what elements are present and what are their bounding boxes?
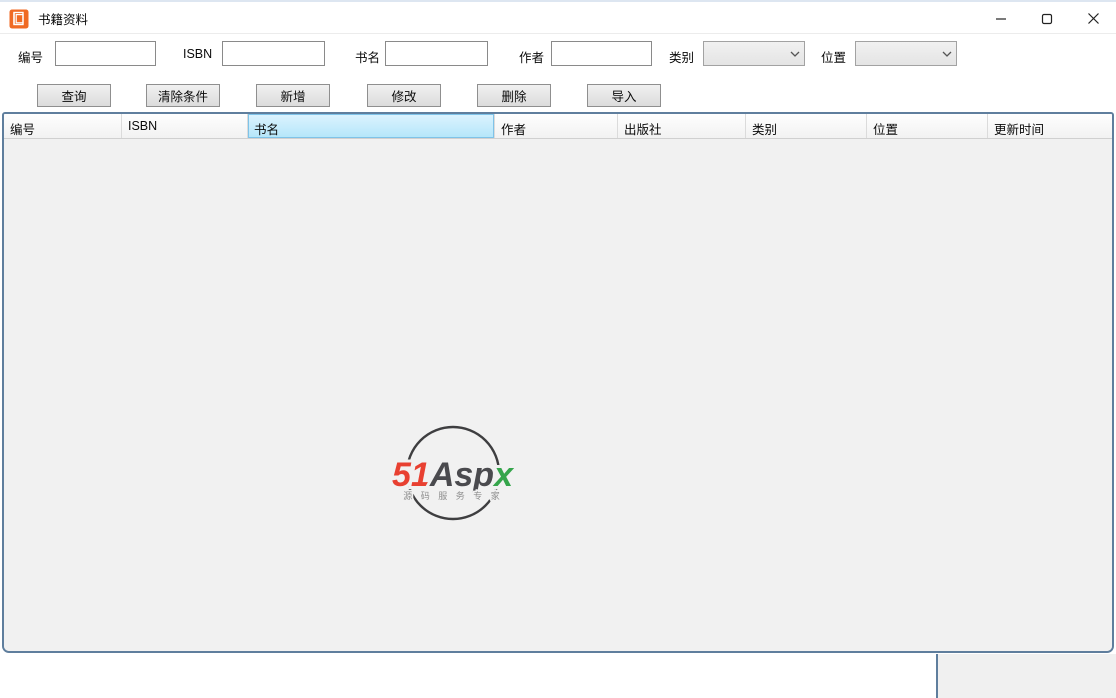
import-button[interactable]: 导入 <box>587 84 661 107</box>
window-title: 书籍资料 <box>38 13 89 27</box>
bottom-strip <box>0 654 1116 698</box>
table-header-row: 编号 ISBN 书名 作者 出版社 类别 位置 更新时间 <box>4 114 1112 139</box>
category-select[interactable] <box>703 41 805 66</box>
name-field[interactable] <box>385 41 488 66</box>
column-header-author[interactable]: 作者 <box>495 114 618 138</box>
chevron-down-icon <box>938 51 956 57</box>
minimize-button[interactable] <box>978 4 1024 34</box>
maximize-icon <box>1041 13 1053 24</box>
name-field-label: 书名 <box>355 51 381 65</box>
column-header-name[interactable]: 书名 <box>248 114 495 138</box>
add-button[interactable]: 新增 <box>256 84 330 107</box>
brand-tagline: 源 码 服 务 专 家 <box>403 490 503 501</box>
isbn-field[interactable] <box>222 41 325 66</box>
bottom-right-panel <box>936 654 1116 698</box>
app-window: 书籍资料 编号 ISBN 书名 作者 类别 位置 查询 清除条件 新增 修改 删… <box>0 0 1116 698</box>
isbn-field-label: ISBN <box>183 47 213 61</box>
column-header-publisher[interactable]: 出版社 <box>618 114 746 138</box>
id-field-label: 编号 <box>18 51 44 65</box>
minimize-icon <box>996 17 1006 20</box>
column-header-category[interactable]: 类别 <box>746 114 867 138</box>
table-body-empty: 51Aspx 源 码 服 务 专 家 <box>4 139 1112 651</box>
books-table: 编号 ISBN 书名 作者 出版社 类别 位置 更新时间 51Aspx 源 码 … <box>2 112 1114 653</box>
column-header-location[interactable]: 位置 <box>867 114 988 138</box>
window-controls <box>978 4 1116 34</box>
titlebar: 书籍资料 <box>0 4 1116 34</box>
id-field[interactable] <box>55 41 156 66</box>
category-select-label: 类别 <box>669 51 695 65</box>
column-header-updated[interactable]: 更新时间 <box>988 114 1112 138</box>
book-icon <box>9 9 29 28</box>
close-button[interactable] <box>1070 4 1116 34</box>
delete-button[interactable]: 删除 <box>477 84 551 107</box>
brand-text: 51Aspx <box>392 456 515 494</box>
close-icon <box>1087 13 1099 24</box>
location-select[interactable] <box>855 41 957 66</box>
clear-button[interactable]: 清除条件 <box>146 84 220 107</box>
column-header-isbn[interactable]: ISBN <box>122 114 248 138</box>
maximize-button[interactable] <box>1024 4 1070 34</box>
author-field-label: 作者 <box>519 51 545 65</box>
chevron-down-icon <box>786 51 804 57</box>
column-header-id[interactable]: 编号 <box>4 114 122 138</box>
51aspx-watermark-logo: 51Aspx 源 码 服 务 专 家 <box>389 425 518 521</box>
location-select-label: 位置 <box>821 51 847 65</box>
edit-button[interactable]: 修改 <box>367 84 441 107</box>
author-field[interactable] <box>551 41 652 66</box>
query-button[interactable]: 查询 <box>37 84 111 107</box>
